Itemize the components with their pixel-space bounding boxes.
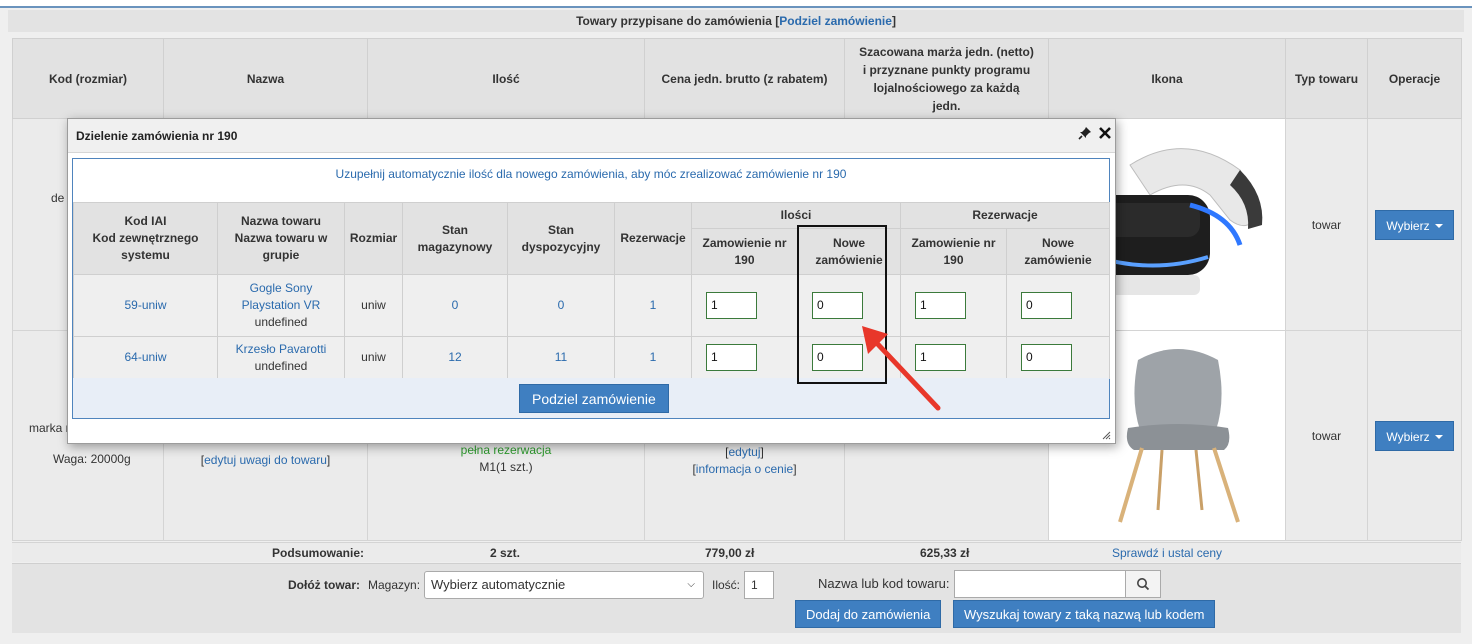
col-group-reservations: Rezerwacje [900, 202, 1110, 229]
summary-quantity: 2 szt. [490, 546, 521, 560]
col-res-order: Zamowienie nr 190 [900, 228, 1007, 275]
row2-product-name[interactable]: Krzesło Pavarotti [236, 342, 327, 356]
close-icon[interactable] [1097, 125, 1113, 141]
col-price: Cena jedn. brutto (z rabatem) [644, 38, 845, 119]
dialog-header[interactable]: Dzielenie zamówienia nr 190 [68, 119, 1115, 153]
col-product-name: Nazwa towaru Nazwa towaru w grupie [217, 202, 345, 275]
row1-choose-button[interactable]: Wybierz [1375, 209, 1454, 240]
row1-stock[interactable]: 0 [452, 298, 459, 312]
row2-available[interactable]: 11 [555, 350, 567, 364]
col-available: Stan dyspozycyjny [507, 202, 615, 275]
row1-reservation[interactable]: 1 [650, 298, 657, 312]
row2-type: towar [1285, 330, 1368, 541]
search-icon [1137, 578, 1150, 591]
col-reservations: Rezerwacje [614, 202, 692, 275]
add-to-order-button[interactable]: Dodaj do zamówienia [795, 600, 942, 628]
summary-label: Podsumowanie: [272, 546, 365, 560]
col-quantity: Ilość [367, 38, 645, 119]
top-strip [0, 0, 1472, 8]
row1-res-order-input[interactable]: 1 [915, 292, 966, 319]
row2-res-new-input[interactable]: 0 [1021, 344, 1072, 371]
row2-stock[interactable]: 12 [448, 350, 461, 364]
col-code: Kod (rozmiar) [12, 38, 164, 119]
col-codes: Kod IAI Kod zewnętrznego systemu [73, 202, 218, 275]
row2-weight: Waga: 20000g [53, 452, 131, 466]
col-icon: Ikona [1048, 38, 1286, 119]
row2-group: undefined [254, 358, 308, 373]
add-item-label: Dołóż towar: [288, 578, 360, 592]
search-label: Nazwa lub kod towaru: [818, 576, 950, 591]
split-items-table: Kod IAI Kod zewnętrznego systemu Nazwa t… [73, 202, 1110, 379]
row1-product-name[interactable]: Gogle Sony [250, 281, 313, 295]
qty-label: Ilość: [712, 578, 741, 592]
dialog-body: Uzupełnij automatycznie ilość dla nowego… [72, 158, 1110, 419]
table-row: 59-uniw Gogle Sony Playstation VR undefi… [73, 274, 1110, 337]
pin-icon[interactable] [1078, 126, 1092, 140]
reservation-status: pełna rezerwacja [460, 443, 552, 457]
col-type: Typ towaru [1285, 38, 1368, 119]
add-item-bar: Dołóż towar: Magazyn: Wybierz automatycz… [12, 563, 1461, 633]
size-quantity: M1(1 szt.) [479, 460, 533, 474]
row1-product-code[interactable]: 59-uniw [124, 298, 166, 312]
warehouse-label: Magazyn: [368, 578, 421, 592]
col-name: Nazwa [163, 38, 368, 119]
row1-product-name-2[interactable]: Playstation VR [242, 298, 321, 312]
row1-res-new-input[interactable]: 0 [1021, 292, 1072, 319]
chevron-down-icon: ⌵ [687, 579, 695, 590]
summary-margin: 625,33 zł [920, 546, 970, 560]
chevron-down-icon [1434, 435, 1443, 440]
split-order-link[interactable]: Podziel zamówienie [779, 14, 892, 28]
summary-row: Podsumowanie: 2 szt. 779,00 zł 625,33 zł… [12, 542, 1461, 562]
col-qty-order: Zamowienie nr 190 [691, 228, 798, 275]
col-res-new: Nowe zamówienie [1006, 228, 1110, 275]
row1-available[interactable]: 0 [558, 298, 565, 312]
row1-size: uniw [344, 274, 403, 337]
chair-image [1098, 340, 1258, 530]
col-margin: Szacowana marża jedn. (netto) i przyznan… [844, 38, 1049, 119]
price-info-link[interactable]: informacja o cenie [696, 462, 793, 476]
dialog-footer: Podziel zamówienie [73, 378, 1109, 418]
section-title: Towary przypisane do zamówienia [Podziel… [8, 10, 1464, 32]
dialog-title: Dzielenie zamówienia nr 190 [76, 129, 238, 143]
col-stock: Stan magazynowy [402, 202, 508, 275]
table-row: 64-uniw Krzesło Pavarotti undefined uniw… [73, 336, 1110, 379]
col-size: Rozmiar [344, 202, 403, 275]
check-prices-link[interactable]: Sprawdź i ustal ceny [1112, 546, 1222, 560]
row1-type: towar [1285, 118, 1368, 331]
row2-choose-button[interactable]: Wybierz [1375, 420, 1454, 451]
split-order-button[interactable]: Podziel zamówienie [519, 384, 669, 413]
row2-size: uniw [344, 336, 403, 379]
resize-handle-icon[interactable] [1101, 430, 1111, 440]
search-button[interactable] [1125, 570, 1161, 598]
qty-input[interactable]: 1 [744, 571, 774, 599]
row1-group: undefined [254, 315, 308, 329]
warehouse-select[interactable]: Wybierz automatycznie ⌵ [424, 571, 704, 599]
row2-product-code[interactable]: 64-uniw [124, 350, 166, 364]
edit-item-notes-link[interactable]: edytuj uwagi do towaru [204, 453, 327, 467]
row2-reservation[interactable]: 1 [650, 350, 657, 364]
row1-code: de [51, 191, 65, 205]
vr-headset-image [1090, 125, 1268, 322]
col-operations: Operacje [1367, 38, 1462, 119]
summary-price: 779,00 zł [705, 546, 755, 560]
edit-price-link[interactable]: edytuj [728, 445, 760, 459]
search-products-button[interactable]: Wyszukaj towary z taką nazwą lub kodem [953, 600, 1216, 628]
section-title-text: Towary przypisane do zamówienia [576, 14, 772, 28]
chevron-down-icon [1434, 224, 1443, 229]
dialog-info-text: Uzupełnij automatycznie ilość dla nowego… [73, 159, 1109, 203]
row1-qty-order-input[interactable]: 1 [706, 292, 757, 319]
split-order-dialog: Dzielenie zamówienia nr 190 Uzupełnij au… [67, 118, 1116, 444]
row2-qty-order-input[interactable]: 1 [706, 344, 757, 371]
annotation-arrow-icon [862, 326, 941, 411]
product-search-input[interactable] [954, 570, 1126, 598]
